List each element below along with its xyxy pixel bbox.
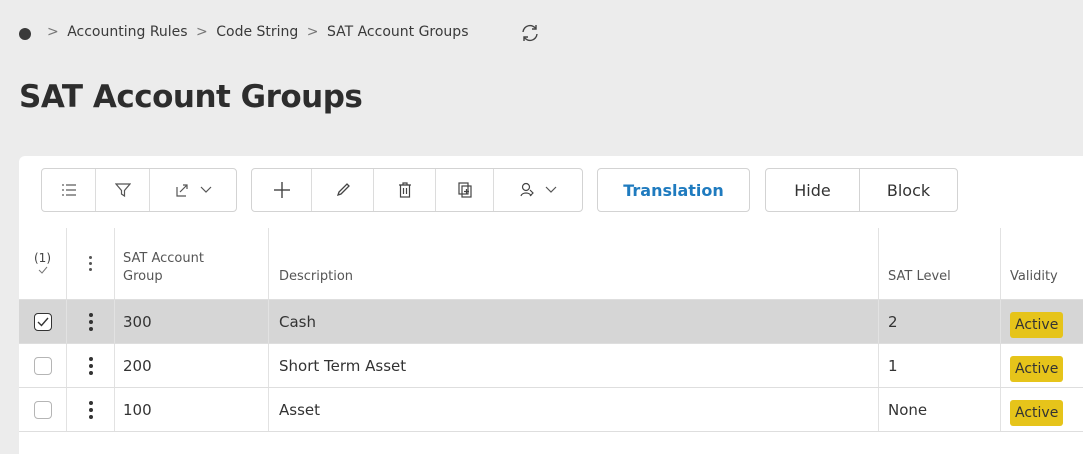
actions-dropdown-button[interactable] — [494, 169, 582, 211]
breadcrumb-item-code-string[interactable]: Code String — [216, 24, 298, 40]
status-badge: Active — [1010, 311, 1064, 338]
table-header: (1) SAT Account Group Description SAT Lev… — [19, 228, 1083, 300]
toolbar: Translation Hide Block — [19, 156, 1083, 228]
row-checkbox-cell[interactable] — [19, 344, 67, 387]
duplicate-button[interactable] — [436, 169, 494, 211]
breadcrumb-bar: > Accounting Rules > Code String > SAT A… — [0, 0, 1083, 70]
row-menu-button[interactable] — [67, 344, 115, 387]
cell-sat-level: 2 — [879, 300, 1001, 343]
add-button[interactable] — [252, 169, 312, 211]
export-button[interactable] — [150, 169, 236, 211]
column-header-sat-level[interactable]: SAT Level — [879, 228, 1001, 299]
column-header-label: SAT Account — [123, 251, 204, 266]
select-all-header[interactable]: (1) — [19, 228, 67, 299]
edit-tools-group — [251, 168, 583, 212]
status-badge: Active — [1010, 355, 1064, 382]
filter-icon — [114, 183, 131, 198]
breadcrumb-separator: > — [196, 24, 208, 40]
view-tools-group — [41, 168, 237, 212]
check-icon — [37, 317, 49, 327]
row-menu-button[interactable] — [67, 388, 115, 431]
cell-description: Cash — [269, 300, 879, 343]
row-checkbox[interactable] — [33, 400, 52, 419]
cell-validity: Active — [1001, 388, 1083, 431]
kebab-icon — [88, 356, 93, 375]
breadcrumb-item-accounting-rules[interactable]: Accounting Rules — [67, 24, 187, 40]
translation-button[interactable]: Translation — [597, 168, 750, 212]
export-icon — [176, 184, 188, 197]
column-list-button[interactable] — [42, 169, 96, 211]
table-row[interactable]: 200 Short Term Asset 1 Active — [19, 344, 1083, 388]
breadcrumb: > Accounting Rules > Code String > SAT A… — [43, 24, 468, 40]
cell-validity: Active — [1001, 344, 1083, 387]
filter-button[interactable] — [96, 169, 150, 211]
table-row[interactable]: 100 Asset None Active — [19, 388, 1083, 432]
edit-button[interactable] — [312, 169, 374, 211]
selected-count: (1) — [34, 250, 51, 265]
cell-sat-level: None — [879, 388, 1001, 431]
row-checkbox-cell[interactable] — [19, 300, 67, 343]
cell-description: Short Term Asset — [269, 344, 879, 387]
user-actions-icon — [520, 182, 534, 197]
kebab-icon — [88, 400, 93, 419]
check-icon — [38, 266, 47, 274]
cell-sat-account-group: 100 — [115, 388, 269, 431]
table-row[interactable]: 300 Cash 2 Active — [19, 300, 1083, 344]
breadcrumb-separator: > — [306, 24, 319, 40]
kebab-icon — [89, 256, 93, 271]
row-checkbox[interactable] — [33, 312, 52, 331]
home-icon[interactable] — [19, 28, 31, 40]
page-title: SAT Account Groups — [19, 79, 363, 115]
cell-sat-account-group: 200 — [115, 344, 269, 387]
column-header-description[interactable]: Description — [269, 228, 879, 299]
chevron-down-icon — [545, 186, 557, 193]
trash-icon — [398, 182, 411, 198]
header-menu-button[interactable] — [67, 228, 115, 299]
row-checkbox-cell[interactable] — [19, 388, 67, 431]
hide-button[interactable]: Hide — [765, 168, 860, 212]
status-badge: Active — [1010, 399, 1064, 426]
cell-validity: Active — [1001, 300, 1083, 343]
refresh-icon[interactable] — [519, 22, 541, 44]
main-panel: Translation Hide Block (1) SAT Account Gr… — [19, 156, 1083, 454]
list-icon — [61, 184, 76, 196]
column-header-label: Group — [123, 269, 163, 284]
cell-description: Asset — [269, 388, 879, 431]
row-checkbox[interactable] — [33, 356, 52, 375]
row-menu-button[interactable] — [67, 300, 115, 343]
breadcrumb-separator: > — [47, 24, 59, 40]
breadcrumb-item-sat-account-groups: SAT Account Groups — [326, 24, 469, 40]
plus-icon — [273, 182, 290, 198]
block-button[interactable]: Block — [859, 168, 958, 212]
delete-button[interactable] — [374, 169, 436, 211]
chevron-down-icon — [200, 186, 212, 193]
column-header-validity[interactable]: Validity — [1001, 228, 1083, 299]
kebab-icon — [88, 312, 93, 331]
cell-sat-account-group: 300 — [115, 300, 269, 343]
copy-icon — [457, 182, 472, 198]
pencil-icon — [336, 183, 350, 197]
column-header-sat-account-group[interactable]: SAT Account Group — [115, 228, 269, 299]
cell-sat-level: 1 — [879, 344, 1001, 387]
